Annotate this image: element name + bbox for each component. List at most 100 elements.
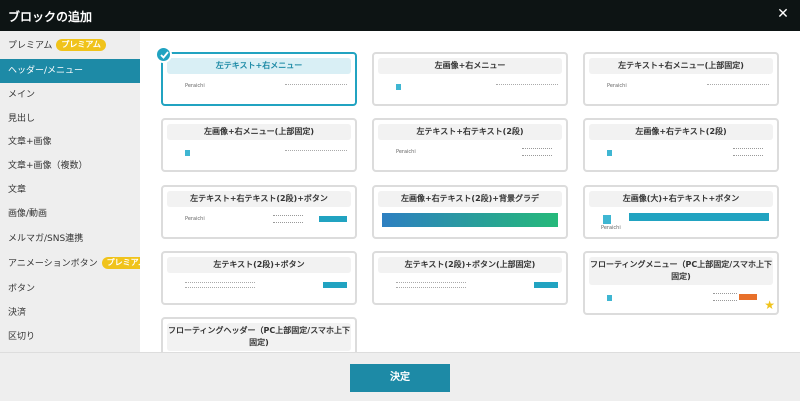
block-title: 左テキスト+右テキスト(2段)+ボタン [167,191,351,207]
block-card[interactable]: フローティングメニュー（PC上部固定/スマホ上下固定) ★ [583,251,779,315]
block-title: 左画像+右メニュー(上部固定) [167,124,351,140]
sidebar-item-button[interactable]: ボタン [0,277,140,301]
preview-logo-text: Peraichi [607,83,627,89]
preview-logo-icon [185,150,190,156]
premium-badge: プレミアム [101,257,140,269]
preview-menu [496,84,558,87]
preview-button [629,213,769,221]
sidebar-item-divider[interactable]: 区切り [0,325,140,349]
block-title: フローティングヘッダー（PC上部固定/スマホ上下固定) [167,323,351,351]
block-title: 左画像+右テキスト(2段) [589,124,773,140]
preview-menu [707,84,769,87]
sidebar-item-label: ヘッダー/メニュー [8,66,84,76]
preview-logo-text: Peraichi [185,216,205,222]
preview-text-lines [522,148,552,156]
block-card[interactable]: 左テキスト(2段)+ボタン [161,251,357,305]
block-grid: 左テキスト+右メニュー Peraichi 左画像+右メニュー 左テキスト+右メニ… [140,31,800,352]
block-preview: Peraichi [171,80,347,96]
sidebar-item-main[interactable]: メイン [0,83,140,107]
sidebar-item-label: 区切り [8,332,36,342]
block-card[interactable]: 左画像+右メニュー(上部固定) [161,118,357,172]
sidebar-item-text[interactable]: 文章 [0,178,140,202]
block-card[interactable]: 左テキスト+右テキスト(2段)+ボタン Peraichi [161,185,357,239]
preview-text-lines [713,293,737,301]
block-preview [382,80,558,96]
sidebar-item-label: プレミアム [8,41,53,51]
preview-text-lines [273,215,303,223]
block-title: 左画像+右テキスト(2段)+背景グラデ [378,191,562,207]
block-preview: Peraichi [382,146,558,162]
block-title: 左テキスト+右テキスト(2段) [378,124,562,140]
block-card[interactable]: 左画像+右テキスト(2段)+背景グラデ [372,185,568,239]
block-title: 左画像(大)+右テキスト+ボタン [589,191,773,207]
sidebar-item-premium[interactable]: プレミアム プレミアム [0,34,140,58]
sidebar-item-label: メイン [8,90,36,100]
sidebar-item-animation-button[interactable]: アニメーションボタンプレミアム [0,252,140,276]
dialog-titlebar: ブロックの追加 ✕ [0,0,800,31]
sidebar-item-label: ボタン [8,284,36,294]
sidebar-item-heading[interactable]: 見出し [0,107,140,131]
preview-button [319,216,347,222]
block-title: 左テキスト+右メニュー(上部固定) [589,58,773,74]
preview-text-lines [733,148,763,156]
sidebar-item-label: 見出し [8,114,36,124]
sidebar-item-label: アニメーションボタン [8,259,98,269]
block-card[interactable]: 左テキスト+右メニュー(上部固定) Peraichi [583,52,779,106]
preview-logo-text: Peraichi [396,149,416,155]
block-card[interactable]: 左画像(大)+右テキスト+ボタン Peraichi [583,185,779,239]
block-card[interactable]: 左テキスト(2段)+ボタン(上部固定) [372,251,568,305]
sidebar-item-image-video[interactable]: 画像/動画 [0,202,140,226]
sidebar-item-label: 文章 [8,185,27,195]
sidebar-item-text-image-multi[interactable]: 文章+画像（複数） [0,154,140,178]
preview-logo-icon [396,84,401,90]
sidebar-item-label: 画像/動画 [8,209,48,219]
preview-button [323,282,347,288]
block-title: 左テキスト(2段)+ボタン [167,257,351,273]
block-preview [171,146,347,162]
block-card[interactable]: 左画像+右テキスト(2段) [583,118,779,172]
block-card[interactable]: 左画像+右メニュー [372,52,568,106]
close-icon[interactable]: ✕ [776,6,790,22]
block-preview [593,291,769,307]
sidebar-item-label: 文章+画像 [8,137,52,147]
sidebar-item-label: 決済 [8,308,27,318]
block-preview [382,279,558,295]
preview-logo-icon [603,215,611,224]
block-card[interactable]: 左テキスト+右テキスト(2段) Peraichi [372,118,568,172]
block-preview: Peraichi [593,213,769,231]
preview-button [739,294,757,300]
block-card[interactable]: 左テキスト+右メニュー Peraichi [161,52,357,106]
sidebar-item-payment[interactable]: 決済 [0,301,140,325]
selected-check-icon [155,46,172,63]
preview-text-lines [396,282,466,288]
block-title: フローティングメニュー（PC上部固定/スマホ上下固定) [589,257,773,285]
category-sidebar: プレミアム プレミアム ヘッダー/メニュー メイン 見出し 文章+画像 文章+画像… [0,31,140,352]
sidebar-item-header-menu[interactable]: ヘッダー/メニュー [0,59,140,83]
preview-menu [285,150,347,153]
preview-logo-text: Peraichi [601,225,621,231]
preview-button [534,282,558,288]
block-title: 左画像+右メニュー [378,58,562,74]
confirm-button[interactable]: 決定 [350,364,450,392]
preview-gradient-background [382,213,558,227]
block-preview [171,279,347,295]
sidebar-item-text-image[interactable]: 文章+画像 [0,130,140,154]
sidebar-item-label: 文章+画像（複数） [8,161,88,171]
dialog-title: ブロックの追加 [8,10,93,24]
block-title: 左テキスト(2段)+ボタン(上部固定) [378,257,562,273]
preview-text-lines [185,282,255,288]
preview-logo-icon [607,295,612,301]
dialog-footer: 決定 [0,352,800,401]
preview-logo-text: Peraichi [185,83,205,89]
preview-logo-icon [607,150,612,156]
premium-badge: プレミアム [56,39,106,51]
preview-menu [285,84,347,87]
block-preview: Peraichi [593,80,769,96]
block-preview [593,146,769,162]
sidebar-item-label: メルマガ/SNS連携 [8,234,84,244]
sidebar-item-newsletter-sns[interactable]: メルマガ/SNS連携 [0,227,140,251]
block-title: 左テキスト+右メニュー [167,58,351,74]
block-preview: Peraichi [171,213,347,229]
block-card[interactable]: フローティングヘッダー（PC上部固定/スマホ上下固定) ★ [161,317,357,352]
block-preview [382,213,558,229]
